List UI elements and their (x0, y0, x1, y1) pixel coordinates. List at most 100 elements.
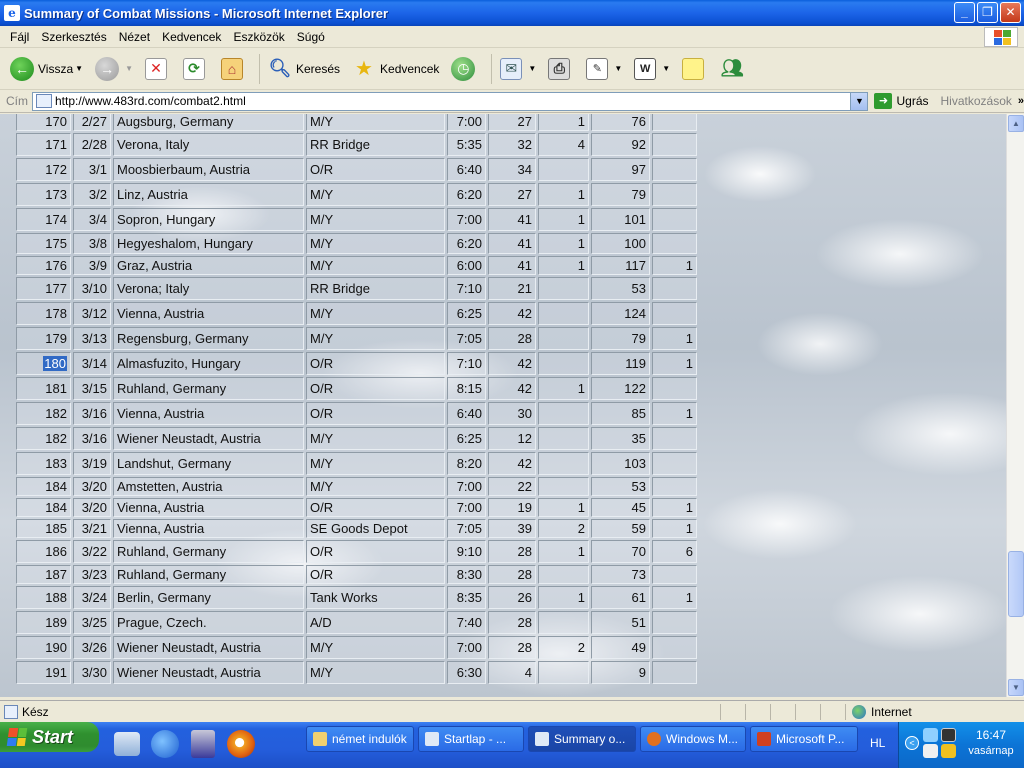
planes-count: 19 (488, 498, 536, 517)
vertical-scrollbar[interactable]: ▲ ▼ (1006, 114, 1024, 697)
links-chevron-icon[interactable]: » (1018, 95, 1024, 107)
mission-target: Wiener Neustadt, Austria (113, 636, 304, 659)
title-bar[interactable]: e Summary of Combat Missions - Microsoft… (0, 0, 1024, 26)
word-button[interactable]: W ▼ (630, 52, 674, 86)
target-type: RR Bridge (306, 277, 445, 300)
mission-target: Vienna, Austria (113, 498, 304, 517)
back-dropdown-icon[interactable]: ▼ (75, 64, 83, 73)
maximize-button[interactable]: ❐ (977, 2, 998, 23)
planes-count: 27 (488, 183, 536, 206)
close-button[interactable]: ✕ (1000, 2, 1021, 23)
stat-a (538, 477, 589, 496)
mission-row: 183 3/19 Landshut, Germany M/Y 8:20 42 103 (16, 452, 697, 475)
mission-number: 184 (16, 498, 71, 517)
forward-dropdown-icon[interactable]: ▼ (125, 64, 133, 73)
history-button[interactable]: ◷ (447, 52, 483, 86)
planes-count: 28 (488, 636, 536, 659)
edit-dropdown-icon[interactable]: ▼ (614, 64, 622, 73)
mission-row: 171 2/28 Verona, Italy RR Bridge 5:35 32 4 92 (16, 133, 697, 156)
menu-edit[interactable]: Szerkesztés (35, 30, 112, 44)
stat-b: 79 (591, 183, 650, 206)
flight-time: 7:05 (447, 327, 486, 350)
clock[interactable]: 16:47 vasárnap (961, 728, 1021, 757)
messenger-tray-icon[interactable] (923, 744, 938, 758)
quicklaunch-desktop[interactable] (110, 726, 144, 762)
address-dropdown-icon[interactable]: ▼ (850, 92, 868, 110)
scroll-up-button[interactable]: ▲ (1008, 115, 1024, 132)
flight-time: 7:40 (447, 611, 486, 634)
minimize-button[interactable]: _ (954, 2, 975, 23)
language-indicator[interactable]: HL (870, 736, 885, 750)
show-hidden-icons-button[interactable]: < (905, 736, 919, 750)
print-button[interactable]: ⎙ (544, 52, 578, 86)
stat-c: 1 (652, 519, 697, 538)
mail-dropdown-icon[interactable]: ▼ (528, 64, 536, 73)
target-type: M/Y (306, 636, 445, 659)
menu-file[interactable]: Fájl (4, 30, 35, 44)
mission-row: 176 3/9 Graz, Austria M/Y 6:00 41 1 117 1 (16, 256, 697, 275)
ie-page-icon (535, 732, 549, 746)
start-button[interactable]: Start (0, 722, 99, 752)
go-label: Ugrás (896, 94, 929, 108)
planes-count: 42 (488, 352, 536, 375)
network-icon[interactable] (923, 728, 938, 742)
stat-b: 79 (591, 327, 650, 350)
note-button[interactable] (678, 52, 712, 86)
quicklaunch-media[interactable] (224, 726, 258, 762)
window-controls: _ ❐ ✕ (954, 2, 1021, 23)
scroll-thumb[interactable] (1008, 551, 1024, 617)
task-label: német indulók (332, 732, 407, 746)
mission-date: 3/1 (73, 158, 111, 181)
quicklaunch-app[interactable] (186, 726, 220, 762)
menu-view[interactable]: Nézet (113, 30, 156, 44)
task-button[interactable]: Microsoft P... (750, 726, 858, 752)
stat-c: 1 (652, 327, 697, 350)
tray-app-icon[interactable] (941, 728, 956, 742)
menu-help[interactable]: Súgó (291, 30, 331, 44)
page-content: 170 2/27 Augsburg, Germany M/Y 7:00 27 1 76 171 2… (0, 114, 1006, 697)
stop-button[interactable]: ✕ (141, 52, 175, 86)
flight-time: 9:10 (447, 540, 486, 563)
mission-number: 190 (16, 636, 71, 659)
stat-c: 6 (652, 540, 697, 563)
stat-b: 76 (591, 114, 650, 131)
task-button[interactable]: Windows M... (640, 726, 746, 752)
menu-favorites[interactable]: Kedvencek (156, 30, 227, 44)
security-alert-icon[interactable] (941, 744, 956, 758)
menu-tools[interactable]: Eszközök (227, 30, 290, 44)
address-url: http://www.483rd.com/combat2.html (55, 94, 246, 108)
flight-time: 8:30 (447, 565, 486, 584)
refresh-button[interactable]: ⟳ (179, 52, 213, 86)
mission-target: Amstetten, Austria (113, 477, 304, 496)
links-toolbar[interactable]: Hivatkozások (941, 94, 1012, 108)
stat-c (652, 277, 697, 300)
home-button[interactable]: ⌂ (217, 52, 251, 86)
back-button[interactable]: ← Vissza ▼ (6, 52, 87, 86)
task-button-active[interactable]: Summary o... (528, 726, 636, 752)
mission-row: 172 3/1 Moosbierbaum, Austria O/R 6:40 34 97 (16, 158, 697, 181)
stat-c: 1 (652, 498, 697, 517)
edit-button[interactable]: ✎ ▼ (582, 52, 626, 86)
mission-row: 179 3/13 Regensburg, Germany M/Y 7:05 28 79 1 (16, 327, 697, 350)
scroll-down-button[interactable]: ▼ (1008, 679, 1024, 696)
favorites-button[interactable]: ★ Kedvencek (348, 52, 443, 86)
quicklaunch-ie[interactable] (148, 726, 182, 762)
task-button[interactable]: Startlap - ... (418, 726, 524, 752)
go-button[interactable]: ➜ Ugrás (874, 93, 929, 109)
mail-button[interactable]: ✉ ▼ (496, 52, 540, 86)
search-button[interactable]: 🔍︎ Keresés (264, 52, 344, 86)
flight-time: 5:35 (447, 133, 486, 156)
ie-page-icon: e (4, 5, 20, 21)
status-divider (720, 704, 721, 720)
windows-flag-icon (6, 728, 28, 746)
mission-number: 191 (16, 661, 71, 684)
messenger-button[interactable]: 👥︎ (716, 52, 752, 86)
history-icon: ◷ (451, 56, 476, 81)
status-divider (845, 704, 846, 720)
forward-button[interactable]: → ▼ (91, 52, 137, 86)
address-input[interactable]: http://www.483rd.com/combat2.html ▼ (32, 91, 869, 111)
task-button[interactable]: német indulók (306, 726, 414, 752)
word-dropdown-icon[interactable]: ▼ (662, 64, 670, 73)
mission-row: 186 3/22 Ruhland, Germany O/R 9:10 28 1 70 6 (16, 540, 697, 563)
refresh-icon: ⟳ (182, 57, 205, 80)
